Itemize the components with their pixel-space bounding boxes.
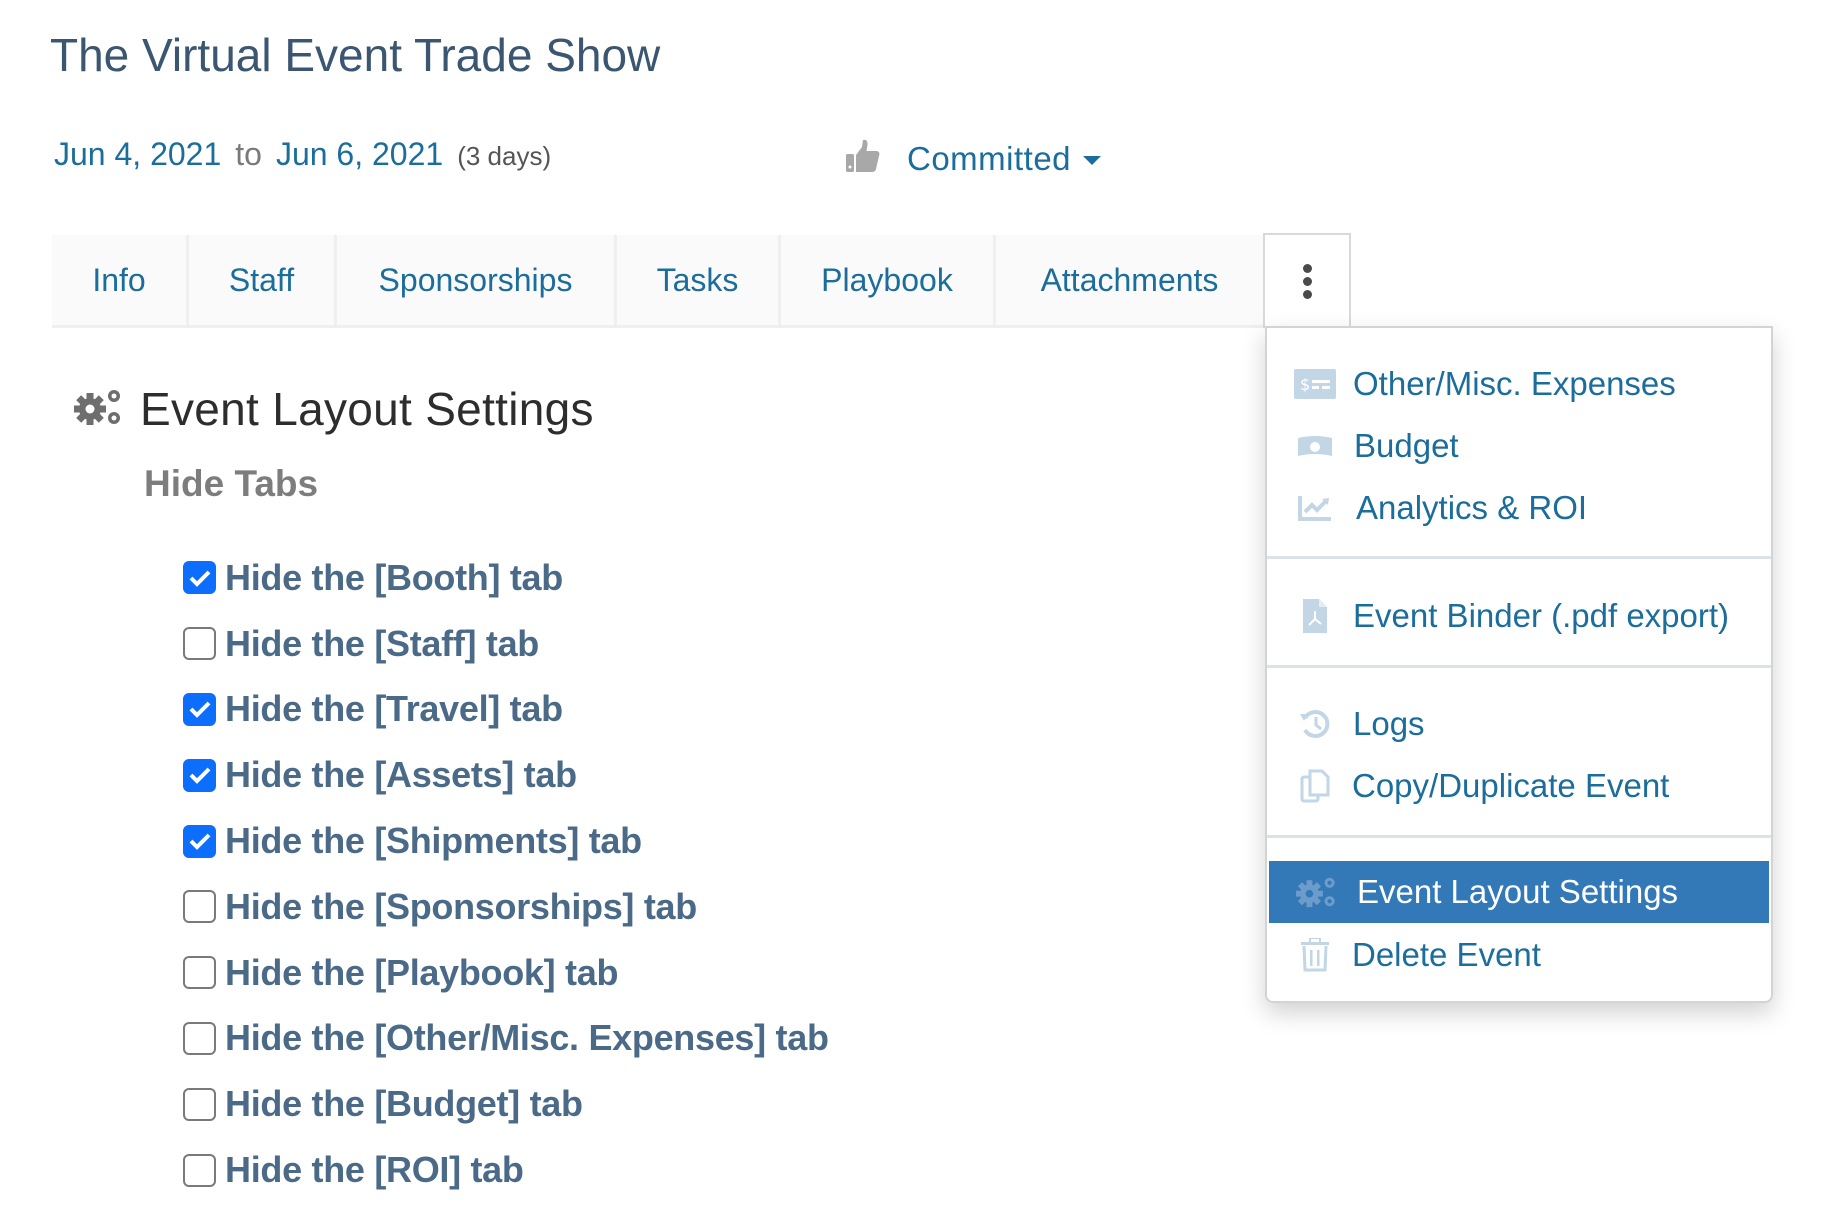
hide-tabs-heading: Hide Tabs [144,463,319,504]
line-chart-icon [1293,486,1337,530]
more-vertical-icon [1302,264,1312,299]
end-date-link[interactable]: Jun 6, 2021 [276,136,443,172]
gears-icon [74,387,124,432]
trash-icon [1293,933,1337,977]
option-label: Hide the [Shipments] tab [225,820,642,862]
history-icon [1293,702,1337,746]
menu-item-copy-event[interactable]: Copy/Duplicate Event [1267,756,1771,816]
start-date-link[interactable]: Jun 4, 2021 [54,136,221,172]
status-label[interactable]: Committed [907,140,1071,178]
menu-item-delete-event[interactable]: Delete Event [1267,925,1771,985]
more-tabs-button[interactable] [1263,233,1351,328]
expense-card-icon: $ [1293,362,1337,406]
copy-icon [1293,764,1337,808]
checkbox[interactable] [183,692,216,726]
event-dates: Jun 4, 2021 to Jun 6, 2021 (3 days) [54,136,551,173]
tab-tasks[interactable]: Tasks [614,235,778,328]
menu-divider [1267,665,1771,668]
option-label: Hide the [Staff] tab [225,622,539,664]
option-hide-assets[interactable]: Hide the [Assets] tab [183,742,829,808]
option-label: Hide the [Playbook] tab [225,951,619,993]
tab-staff[interactable]: Staff [186,235,334,328]
menu-item-event-layout-settings[interactable]: Event Layout Settings [1269,861,1769,923]
tab-attachments[interactable]: Attachments [993,235,1263,328]
option-hide-booth[interactable]: Hide the [Booth] tab [183,545,829,611]
tab-sponsorships[interactable]: Sponsorships [334,235,614,328]
option-hide-roi[interactable]: Hide the [ROI] tab [183,1137,829,1203]
status-dropdown[interactable]: Committed [845,138,1102,179]
option-label: Hide the [Booth] tab [225,556,563,598]
more-actions-menu: $ Other/Misc. Expenses Budget Analytics … [1265,326,1773,1003]
checkbox[interactable] [183,627,216,661]
option-hide-other-expenses[interactable]: Hide the [Other/Misc. Expenses] tab [183,1006,829,1072]
option-hide-playbook[interactable]: Hide the [Playbook] tab [183,940,829,1006]
option-hide-shipments[interactable]: Hide the [Shipments] tab [183,808,829,874]
checkbox[interactable] [183,956,216,990]
checkbox[interactable] [183,824,216,858]
checkbox[interactable] [183,758,216,792]
thumbs-up-icon [845,138,881,179]
hide-tabs-options: Hide the [Booth] tab Hide the [Staff] ta… [183,545,829,1203]
menu-item-label: Analytics & ROI [1356,489,1588,526]
checkbox[interactable] [183,1087,216,1121]
menu-item-label: Other/Misc. Expenses [1353,365,1676,402]
caret-down-icon[interactable] [1083,156,1102,165]
money-bill-icon [1293,424,1337,468]
pdf-file-icon [1293,594,1337,638]
option-hide-travel[interactable]: Hide the [Travel] tab [183,677,829,743]
checkbox[interactable] [183,1021,216,1055]
svg-text:$: $ [1300,375,1310,394]
date-to-label: to [235,136,262,172]
checkbox[interactable] [183,890,216,924]
option-label: Hide the [Sponsorships] tab [225,885,697,927]
option-label: Hide the [ROI] tab [225,1149,524,1191]
menu-item-event-binder[interactable]: Event Binder (.pdf export) [1267,586,1771,646]
option-hide-budget[interactable]: Hide the [Budget] tab [183,1071,829,1137]
page-title: The Virtual Event Trade Show [50,29,661,81]
checkbox[interactable] [183,561,216,595]
section-title: Event Layout Settings [74,382,594,436]
tab-bar: Info Staff Sponsorships Tasks Playbook A… [52,233,1351,328]
menu-item-label: Logs [1353,705,1425,742]
menu-item-analytics-roi[interactable]: Analytics & ROI [1267,478,1771,538]
menu-divider [1267,556,1771,559]
menu-item-logs[interactable]: Logs [1267,694,1771,754]
menu-item-label: Budget [1354,427,1459,464]
tab-playbook[interactable]: Playbook [778,235,993,328]
menu-item-label: Event Layout Settings [1357,873,1679,910]
menu-item-label: Event Binder (.pdf export) [1353,597,1730,634]
option-label: Hide the [Assets] tab [225,754,577,796]
section-title-text: Event Layout Settings [140,383,594,435]
menu-item-label: Delete Event [1352,936,1541,973]
menu-item-budget[interactable]: Budget [1267,416,1771,476]
gears-icon [1295,870,1339,914]
option-hide-staff[interactable]: Hide the [Staff] tab [183,611,829,677]
tab-info[interactable]: Info [52,235,186,328]
option-label: Hide the [Other/Misc. Expenses] tab [225,1017,829,1059]
menu-item-label: Copy/Duplicate Event [1352,767,1670,804]
menu-divider [1267,835,1771,838]
menu-item-other-expenses[interactable]: $ Other/Misc. Expenses [1267,354,1771,414]
option-label: Hide the [Budget] tab [225,1083,583,1125]
option-hide-sponsorships[interactable]: Hide the [Sponsorships] tab [183,874,829,940]
duration-label: (3 days) [457,141,552,171]
option-label: Hide the [Travel] tab [225,688,563,730]
checkbox[interactable] [183,1153,216,1187]
